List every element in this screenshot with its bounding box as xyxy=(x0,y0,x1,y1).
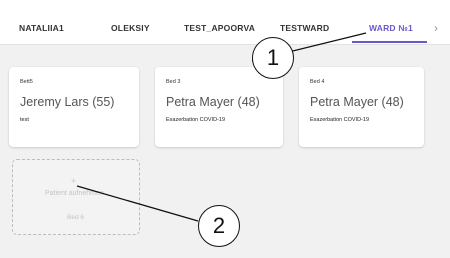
callout-marker-1: 1 xyxy=(252,37,294,79)
callout-line-2 xyxy=(76,185,199,222)
callout-marker-2: 2 xyxy=(198,205,240,247)
